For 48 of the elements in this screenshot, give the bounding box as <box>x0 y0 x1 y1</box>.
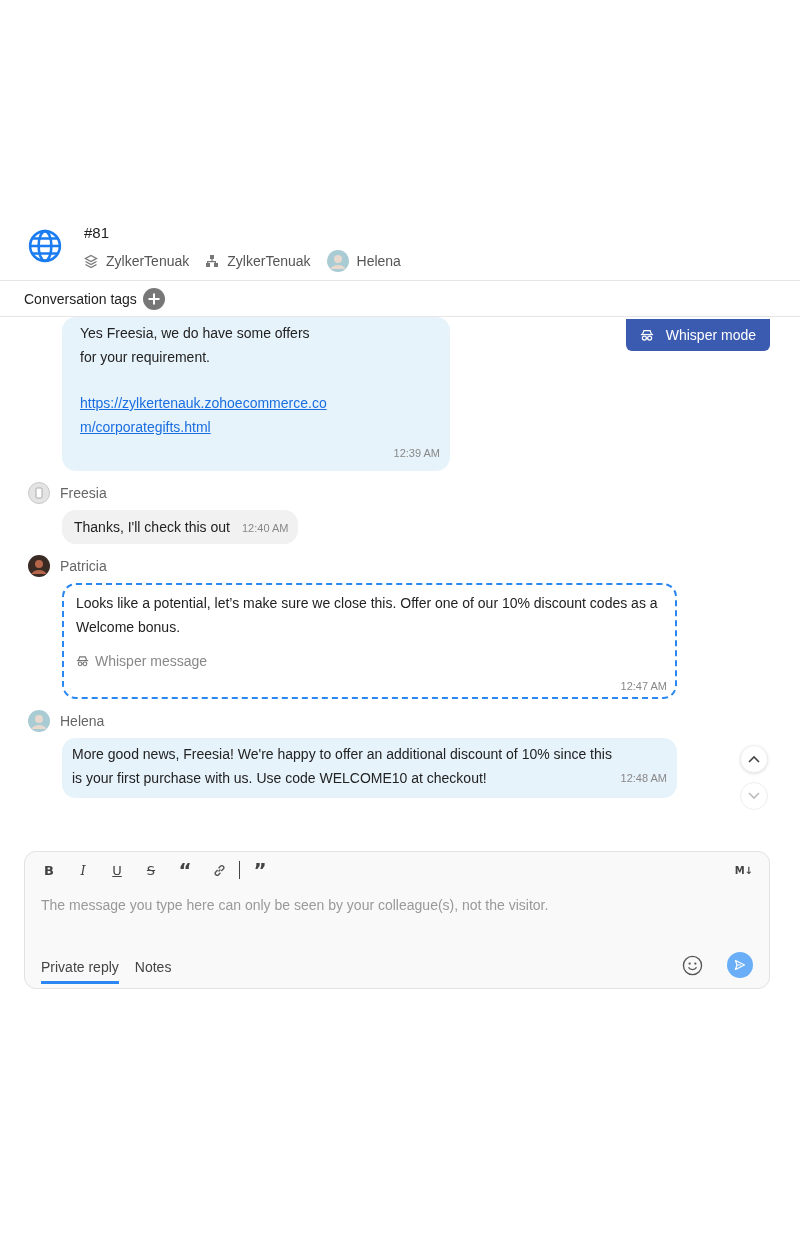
avatar <box>28 555 50 577</box>
emoji-button[interactable] <box>682 954 703 976</box>
mask-icon <box>639 328 654 342</box>
timestamp: 12:48 AM <box>620 771 667 786</box>
hierarchy-icon <box>205 254 220 268</box>
sender-name: Freesia <box>60 485 107 501</box>
sender-name: Patricia <box>60 558 107 574</box>
chevron-down-icon <box>748 792 760 800</box>
department-name: ZylkerTenuak <box>227 253 311 269</box>
bold-button[interactable]: B <box>41 862 57 878</box>
sender-name: Helena <box>60 713 105 729</box>
avatar <box>28 710 50 732</box>
tags-label: Conversation tags <box>24 290 137 307</box>
composer-tab[interactable]: Private reply <box>41 952 119 984</box>
message-text: Thanks, I'll check this out <box>74 518 230 537</box>
layers-icon <box>84 253 98 269</box>
italic-button[interactable]: I <box>75 862 91 878</box>
message-text: More good news, Freesia! We're happy to offer an additional discount of 10% since this is your first purchase with us. Use code WELCOME10 at checkout! <box>72 745 613 788</box>
strikethrough-button[interactable]: S <box>143 862 159 878</box>
link-icon <box>212 863 226 877</box>
quote-button[interactable]: “ <box>177 861 193 879</box>
scroll-up-button[interactable] <box>740 745 768 773</box>
timestamp: 12:40 AM <box>241 521 289 536</box>
whisper-mode-button[interactable]: Whisper mode <box>625 319 770 351</box>
chevron-up-icon <box>748 755 760 763</box>
globe-icon <box>28 229 62 263</box>
smiley-icon <box>682 954 703 976</box>
brand-name: ZylkerTenuak <box>106 253 190 269</box>
avatar <box>326 250 349 272</box>
avatar <box>28 482 50 504</box>
mask-icon <box>76 655 89 667</box>
whisper-label: Whisper message <box>95 652 208 671</box>
message-text: Looks like a potential, let’s make sure we close this. Offer one of our 10% discount codes as a Welcome bonus. <box>76 594 659 637</box>
message-text: Yes Freesia, we do have some offers for your requirement. <box>80 324 311 367</box>
timestamp: 12:39 AM <box>393 446 440 461</box>
link-button[interactable] <box>211 863 227 877</box>
markdown-button[interactable]: M↓ <box>734 864 753 876</box>
add-icon <box>142 287 165 310</box>
send-icon <box>734 959 746 971</box>
timestamp: 12:47 AM <box>620 679 667 693</box>
send-button[interactable] <box>727 952 753 978</box>
underline-button[interactable]: U <box>109 862 125 878</box>
quote-button[interactable]: ” <box>252 861 268 879</box>
agent-name: Helena <box>356 253 401 269</box>
conversation-id: #81 <box>84 223 111 243</box>
composer-tab[interactable]: Notes <box>134 952 172 984</box>
message-composer[interactable]: B I U S “ ” M↓ The message you type here can only be seen by your colleague(s), not the visitor. Private reply Notes <box>24 851 770 989</box>
link[interactable]: https://zylkertenauk.zohoecommerce.com/corporategifts.html <box>80 391 334 439</box>
